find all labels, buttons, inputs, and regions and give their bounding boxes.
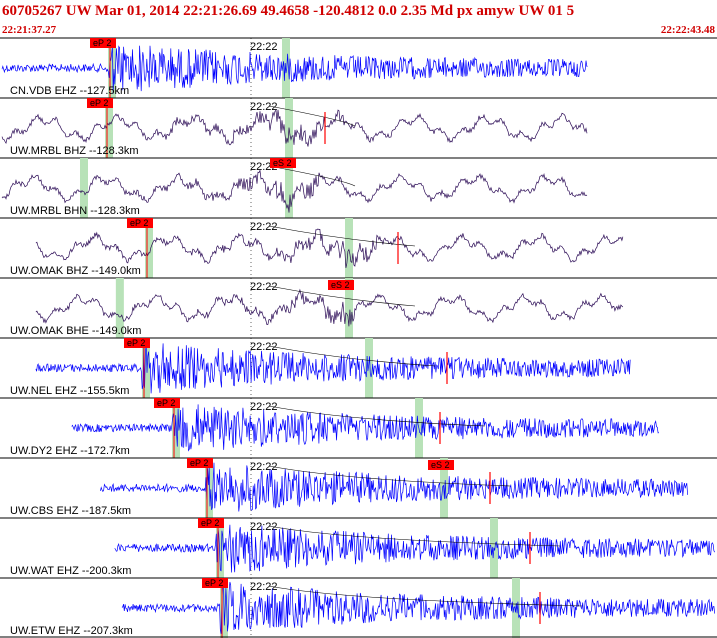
p-pick-label: eP 2 xyxy=(201,518,219,528)
s-pick-window xyxy=(365,338,373,398)
end-time-label: 22:22:43.48 xyxy=(661,24,716,36)
channel-label: UW.CBS EHZ --187.5km xyxy=(10,505,131,517)
p-pick-label: eP 2 xyxy=(130,218,148,228)
channel-label: UW.ETW EHZ --207.3km xyxy=(10,625,133,637)
s-pick-window xyxy=(345,218,353,278)
start-time-label: 22:21:37.27 xyxy=(2,24,57,36)
event-header: 60705267 UW Mar 01, 2014 22:21:26.69 49.… xyxy=(2,3,574,19)
p-pick-label: eP 2 xyxy=(90,98,108,108)
s-pick-label: eS 2 xyxy=(273,158,292,168)
channel-label: UW.MRBL BHN --128.3km xyxy=(10,205,140,217)
channel-label: UW.OMAK BHE --149.0km xyxy=(10,325,141,337)
s-pick-window xyxy=(282,38,290,98)
p-pick-label: eP 2 xyxy=(93,38,111,48)
channel-label: UW.OMAK BHZ --149.0km xyxy=(10,265,141,277)
p-pick-label: eP 2 xyxy=(127,338,145,348)
p-pick-label: eP 2 xyxy=(205,578,223,588)
s-pick-label: eS 2 xyxy=(331,280,350,290)
channel-label: UW.DY2 EHZ --172.7km xyxy=(10,445,130,457)
channel-label: UW.MRBL BHZ --128.3km xyxy=(10,145,139,157)
seismogram-plot: 60705267 UW Mar 01, 2014 22:21:26.69 49.… xyxy=(0,0,717,638)
p-pick-label: eP 2 xyxy=(157,398,175,408)
minute-marker-label: 22:22 xyxy=(250,41,278,53)
p-pick-label: eP 2 xyxy=(190,458,208,468)
channel-label: CN.VDB EHZ --127.5km xyxy=(10,85,129,97)
s-pick-label: eS 2 xyxy=(431,460,450,470)
channel-label: UW.WAT EHZ --200.3km xyxy=(10,565,131,577)
channel-label: UW.NEL EHZ --155.5km xyxy=(10,385,129,397)
